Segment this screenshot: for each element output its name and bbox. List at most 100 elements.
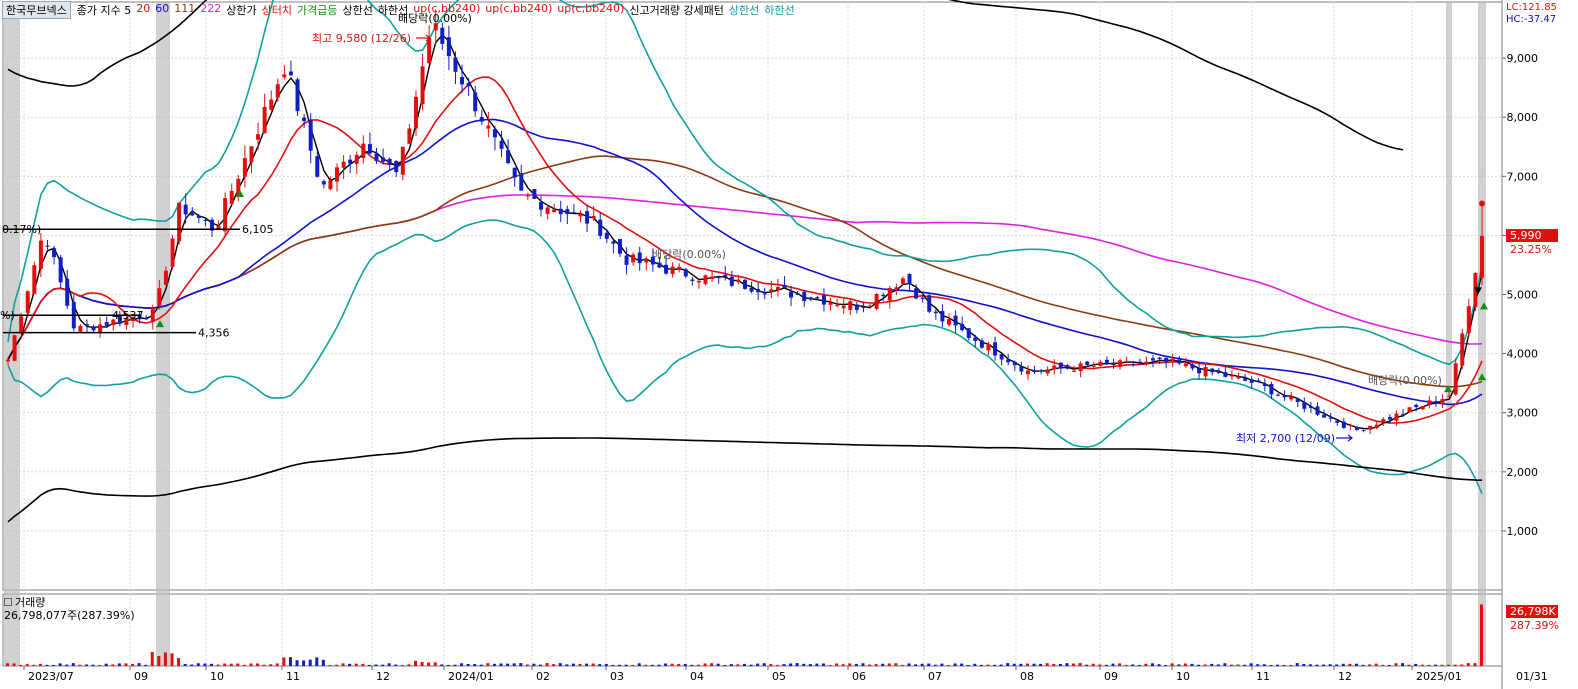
volume-bar	[1091, 663, 1095, 666]
volume-bar	[282, 657, 286, 666]
volume-bar	[203, 663, 207, 666]
x-tick-label: 01/31	[1516, 670, 1548, 683]
volume-bar	[729, 664, 733, 666]
volume-bar	[104, 663, 108, 666]
indicator-13[interactable]: 신고거래량 강세패턴	[629, 2, 724, 18]
candle-body	[1012, 361, 1017, 366]
stock-name-box[interactable]: 한국무브넥스	[2, 1, 71, 19]
candle-body	[1137, 361, 1142, 364]
ma-line-5	[7, 34, 1483, 430]
x-tick-label: 09	[1104, 670, 1118, 683]
indicator-1[interactable]: 20	[136, 2, 150, 18]
candle-body	[1065, 365, 1070, 369]
volume-title: 거래량	[15, 596, 46, 609]
indicator-12[interactable]: up(c,bb240)	[557, 2, 624, 18]
volume-bar	[907, 663, 911, 666]
x-tick-label: 12	[376, 670, 390, 683]
candle-body	[144, 318, 149, 320]
volume-bar	[1124, 664, 1128, 666]
x-tick-label: 06	[852, 670, 866, 683]
volume-bar	[124, 663, 128, 666]
volume-bar	[940, 663, 944, 666]
volume-bar	[479, 664, 483, 666]
candle-body	[861, 306, 866, 308]
candle-body	[1282, 395, 1287, 398]
left-paren-label: %)	[0, 309, 15, 322]
candle-body	[460, 76, 465, 85]
volume-bar	[1460, 664, 1464, 666]
volume-bar	[1190, 663, 1194, 666]
candle-body	[1144, 361, 1149, 364]
candle-body	[367, 144, 372, 154]
indicator-3[interactable]: 111	[174, 2, 195, 18]
indicator-8[interactable]: 상한선	[342, 2, 372, 18]
high-touch-icon	[1479, 200, 1485, 207]
candle-body	[624, 255, 629, 265]
candle-body	[887, 287, 892, 301]
candle-body	[1072, 370, 1077, 372]
volume-value: 26,798,077주(287.39%)	[4, 609, 135, 622]
indicator-0[interactable]: 종가 지수 5	[77, 2, 131, 18]
volume-bar	[1394, 663, 1398, 666]
volume-bar	[598, 664, 602, 666]
volume-bar	[1348, 663, 1352, 666]
candle-body	[848, 301, 853, 310]
y-tick-label: 2,000	[1507, 466, 1539, 479]
volume-bar	[177, 658, 181, 666]
ma-line-111	[7, 155, 1483, 388]
candle-body	[519, 172, 524, 191]
candle-body	[598, 219, 603, 236]
candle-body	[196, 215, 201, 218]
volume-bar	[710, 663, 714, 666]
volume-bar	[670, 663, 674, 666]
volume-bar	[236, 663, 240, 666]
last-change-text: 23.25%	[1510, 243, 1552, 256]
candle-body	[1480, 236, 1484, 278]
candle-body	[762, 293, 767, 295]
volume-bar	[1157, 664, 1161, 666]
volume-bar	[1322, 664, 1326, 666]
candle-body	[183, 204, 188, 215]
indicator-5[interactable]: 상한가	[226, 2, 256, 18]
indicator-4[interactable]: 222	[200, 2, 221, 18]
indicator-10[interactable]: up(c,bb240)	[413, 2, 480, 18]
candle-body	[1111, 363, 1116, 366]
volume-bar	[1111, 663, 1115, 666]
candle-body	[157, 288, 162, 306]
volume-bar	[953, 663, 957, 666]
volume-bar	[460, 663, 464, 666]
volume-bar	[466, 663, 470, 666]
price-panel-frame	[2, 1, 1503, 591]
candle-body	[1236, 376, 1241, 379]
indicator-9[interactable]: 하한선	[378, 2, 408, 18]
candle-body	[473, 92, 478, 112]
candle-body	[282, 74, 287, 78]
volume-bar	[1328, 664, 1332, 666]
volume-bar	[545, 663, 549, 666]
volume-legend: 거래량 26,798,077주(287.39%)	[4, 596, 135, 622]
indicator-7[interactable]: 가격급등	[297, 2, 337, 18]
candle-body	[1190, 364, 1195, 369]
indicator-14[interactable]: 상한선	[729, 2, 759, 18]
volume-bar	[525, 664, 529, 666]
volume-bar	[249, 663, 253, 666]
volume-bar	[1447, 664, 1451, 666]
indicator-legend: 한국무브넥스 종가 지수 5 20 60 111 222 상한가 상터치 가격급등 상한선 하한선…	[2, 1, 795, 19]
indicator-11[interactable]: up(c,bb240)	[485, 2, 552, 18]
candle-body	[1229, 375, 1234, 377]
candle-body	[1203, 367, 1208, 377]
candle-body	[585, 211, 590, 224]
volume-bar	[367, 664, 371, 666]
volume-bar	[315, 657, 319, 666]
volume-bar	[84, 664, 88, 666]
volume-bar	[229, 663, 233, 666]
volume-bar	[571, 663, 575, 666]
volume-bar	[302, 660, 306, 666]
volume-bar	[242, 664, 246, 666]
candle-body	[1025, 370, 1030, 375]
candle-body	[1131, 364, 1136, 366]
indicator-15[interactable]: 하한선	[764, 2, 794, 18]
candle-body	[190, 213, 195, 216]
indicator-6[interactable]: 상터치	[262, 2, 292, 18]
indicator-2[interactable]: 60	[155, 2, 169, 18]
